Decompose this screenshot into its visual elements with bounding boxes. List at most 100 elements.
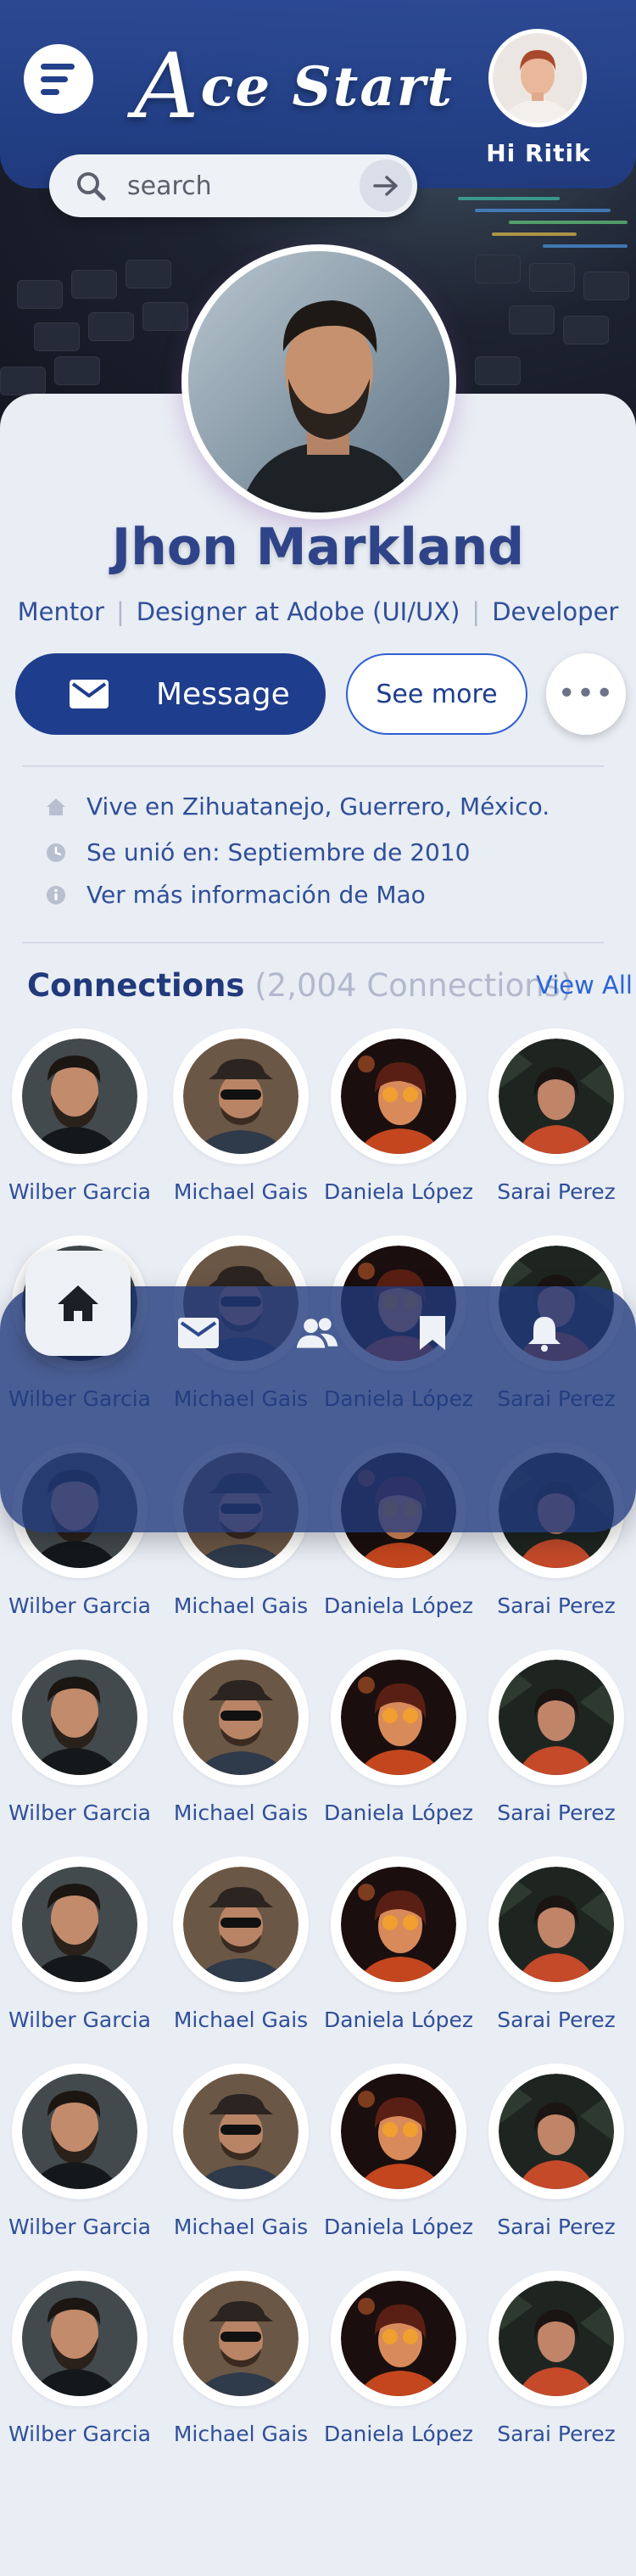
connection-avatar xyxy=(331,2271,466,2406)
connection-item[interactable]: Michael Gais xyxy=(161,1028,321,1204)
connection-name: Daniela López xyxy=(323,1593,474,1618)
connections-count: (2,004 Connections) xyxy=(254,967,573,1004)
nav-home-button[interactable] xyxy=(25,1251,131,1356)
connection-item[interactable]: Sarai Perez xyxy=(477,1856,636,2032)
connection-item[interactable]: Michael Gais xyxy=(161,1649,321,1825)
connection-item[interactable]: Sarai Perez xyxy=(477,2271,636,2446)
info-more-link[interactable]: Ver más información de Mao xyxy=(46,881,426,909)
connection-name: Michael Gais xyxy=(173,2215,309,2239)
connection-name: Daniela López xyxy=(323,2008,474,2032)
connection-photo xyxy=(183,2074,298,2189)
connection-photo xyxy=(499,2074,614,2189)
role-item: Designer at Adobe (UI/UX) xyxy=(136,597,460,626)
profile-photo-image xyxy=(188,251,449,512)
connection-photo xyxy=(183,2281,298,2396)
connection-item[interactable]: Michael Gais xyxy=(161,2064,321,2239)
user-avatar[interactable] xyxy=(488,29,587,127)
connection-name: Sarai Perez xyxy=(497,1593,616,1618)
menu-button[interactable] xyxy=(24,44,93,114)
info-icon xyxy=(47,885,65,904)
connection-avatar xyxy=(488,2064,624,2199)
connection-item[interactable]: Michael Gais xyxy=(161,1856,321,2032)
connection-item[interactable]: Wilber Garcia xyxy=(0,1856,159,2032)
more-options-button[interactable]: ••• xyxy=(546,653,626,735)
connection-item[interactable]: Sarai Perez xyxy=(477,1028,636,1204)
connection-photo xyxy=(183,1039,298,1154)
connection-name: Sarai Perez xyxy=(497,1800,616,1825)
connection-name: Wilber Garcia xyxy=(8,1593,151,1618)
connection-avatar xyxy=(12,1028,148,1164)
user-avatar-image xyxy=(493,33,583,123)
connection-avatar xyxy=(12,2064,148,2199)
connection-avatar xyxy=(331,1028,466,1164)
connection-item[interactable]: Daniela López xyxy=(319,1649,478,1825)
connection-name: Michael Gais xyxy=(173,1179,309,1204)
connection-photo xyxy=(499,1039,614,1154)
connection-name: Sarai Perez xyxy=(497,2008,616,2032)
connection-avatar xyxy=(173,2271,309,2406)
connection-item[interactable]: Wilber Garcia xyxy=(0,1649,159,1825)
greeting-text: Hi Ritik xyxy=(486,139,591,167)
connection-name: Wilber Garcia xyxy=(8,2008,151,2032)
search-bar xyxy=(49,154,417,217)
message-button[interactable]: Message xyxy=(15,653,326,735)
connection-avatar xyxy=(488,1649,624,1785)
connection-photo xyxy=(183,1867,298,1982)
see-more-button[interactable]: See more xyxy=(346,653,527,735)
connection-avatar xyxy=(488,2271,624,2406)
nav-notifications-button[interactable] xyxy=(522,1313,566,1352)
connection-name: Michael Gais xyxy=(173,1800,309,1825)
connection-item[interactable]: Daniela López xyxy=(319,1856,478,2032)
connection-name: Sarai Perez xyxy=(497,2215,616,2239)
connection-name: Michael Gais xyxy=(173,1593,309,1618)
connection-name: Wilber Garcia xyxy=(8,1800,151,1825)
connection-name: Wilber Garcia xyxy=(8,2215,151,2239)
role-item: Mentor xyxy=(17,597,104,626)
home-icon xyxy=(58,1285,98,1321)
profile-page: Ace Start Hi Ritik search Jhon Markland … xyxy=(0,0,636,2576)
nav-bookmarks-button[interactable] xyxy=(410,1313,455,1352)
connection-photo xyxy=(341,1867,456,1982)
connection-avatar xyxy=(488,1856,624,1992)
divider xyxy=(22,942,604,944)
search-input[interactable] xyxy=(127,168,382,204)
info-location: Vive en Zihuatanejo, Guerrero, México. xyxy=(46,792,550,820)
mail-icon xyxy=(70,680,109,708)
role-item: Developer xyxy=(492,597,619,626)
profile-roles: Mentor | Designer at Adobe (UI/UX) | Develop… xyxy=(17,597,619,626)
connection-avatar xyxy=(12,2271,148,2406)
clock-icon xyxy=(47,843,65,862)
connection-item[interactable]: Daniela López xyxy=(319,2271,478,2446)
connection-avatar xyxy=(331,2064,466,2199)
info-joined: Se unió en: Septiembre de 2010 xyxy=(46,838,471,866)
nav-people-button[interactable] xyxy=(295,1313,339,1352)
search-icon xyxy=(77,172,106,201)
connection-name: Michael Gais xyxy=(173,2008,309,2032)
connection-name: Michael Gais xyxy=(173,2422,309,2446)
mail-icon xyxy=(178,1318,219,1348)
connection-photo xyxy=(22,1039,137,1154)
connection-photo xyxy=(22,1660,137,1775)
connection-item[interactable]: Sarai Perez xyxy=(477,2064,636,2239)
connection-name: Sarai Perez xyxy=(497,1179,616,1204)
connection-name: Daniela López xyxy=(323,1800,474,1825)
connection-avatar xyxy=(488,1028,624,1164)
connection-name: Daniela López xyxy=(323,2215,474,2239)
search-submit-button[interactable] xyxy=(360,160,412,212)
divider xyxy=(22,765,604,767)
view-all-link[interactable]: View All xyxy=(536,971,633,1000)
connection-item[interactable]: Wilber Garcia xyxy=(0,2271,159,2446)
connection-avatar xyxy=(173,1028,309,1164)
nav-messages-button[interactable] xyxy=(176,1313,220,1352)
connection-item[interactable]: Michael Gais xyxy=(161,2271,321,2446)
connection-item[interactable]: Wilber Garcia xyxy=(0,1028,159,1204)
connection-name: Sarai Perez xyxy=(497,2422,616,2446)
connection-item[interactable]: Wilber Garcia xyxy=(0,2064,159,2239)
connection-item[interactable]: Daniela López xyxy=(319,1028,478,1204)
profile-photo xyxy=(181,244,456,519)
connection-avatar xyxy=(173,1856,309,1992)
connection-photo xyxy=(499,1867,614,1982)
bell-icon xyxy=(528,1317,561,1352)
connection-item[interactable]: Sarai Perez xyxy=(477,1649,636,1825)
connection-item[interactable]: Daniela López xyxy=(319,2064,478,2239)
